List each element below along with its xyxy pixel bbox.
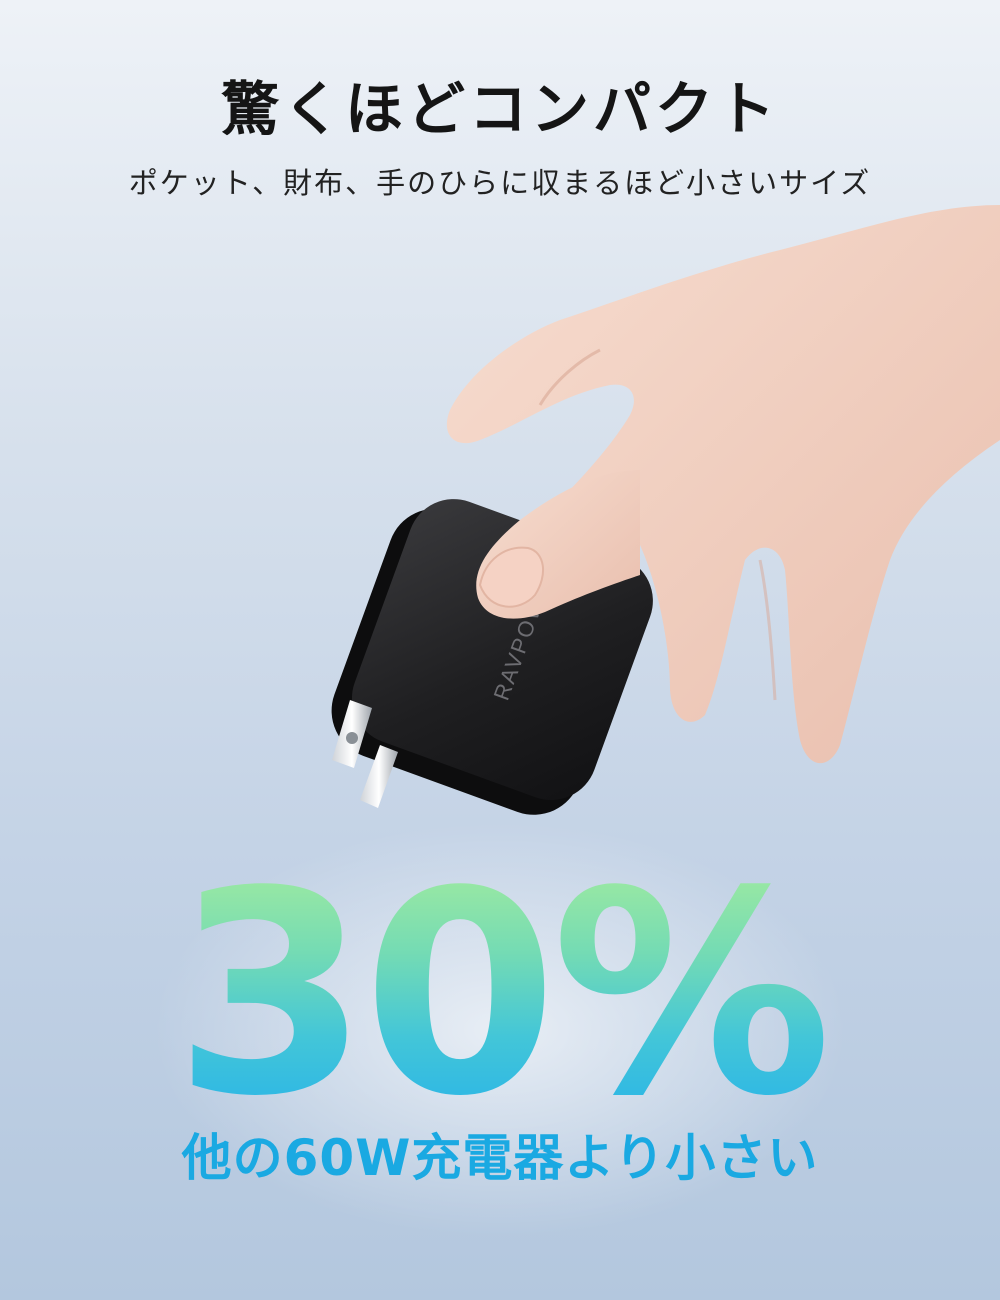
size-reduction-value: 30% <box>0 855 1000 1135</box>
product-banner: 驚くほどコンパクト ポケット、財布、手のひらに収まるほど小さいサイズ RAVPO… <box>0 0 1000 1300</box>
size-reduction-caption: 他の60W充電器より小さい <box>181 1129 819 1187</box>
